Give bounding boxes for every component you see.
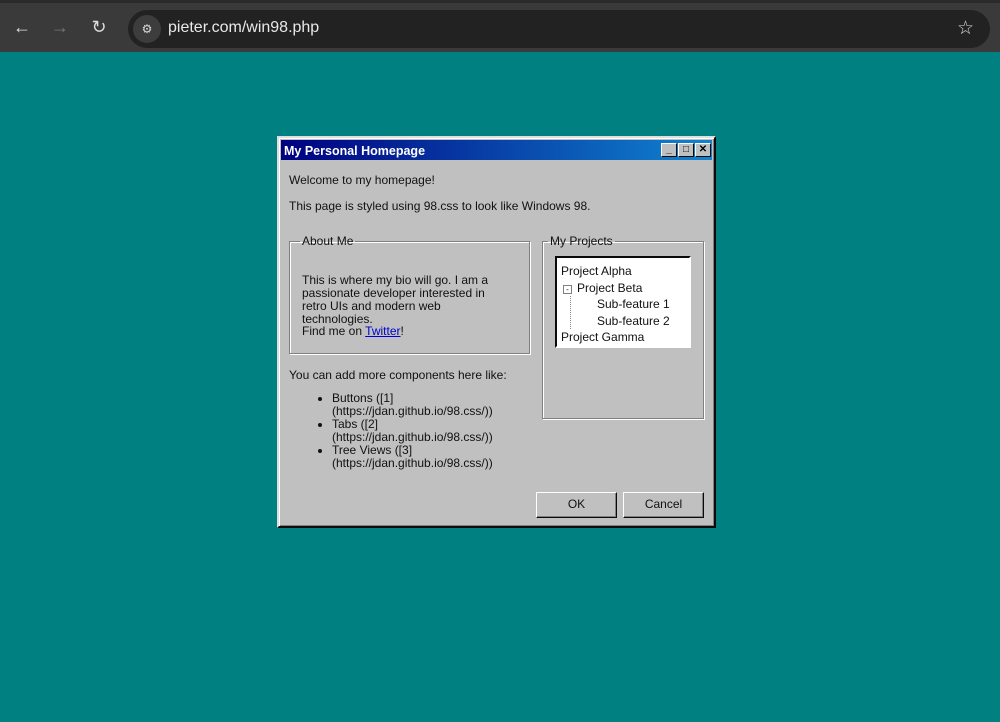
list-item: Buttons ([1](https://jdan.github.io/98.c… (332, 392, 512, 418)
list-item: Tabs ([2](https://jdan.github.io/98.css/… (332, 418, 512, 444)
my-projects-legend: My Projects (550, 234, 613, 248)
about-me-group: About Me This is where my bio will go. I… (289, 234, 530, 354)
address-bar[interactable]: ⚙ pieter.com/win98.php ☆ (128, 10, 990, 48)
list-item: Tree Views ([3](https://jdan.github.io/9… (332, 444, 512, 470)
title-bar[interactable]: My Personal Homepage _ □ ✕ (281, 140, 712, 160)
back-icon[interactable]: ← (12, 17, 32, 38)
components-list: Buttons ([1](https://jdan.github.io/98.c… (332, 392, 512, 470)
tree-item[interactable]: Project Alpha (561, 263, 685, 280)
tree-children: Sub-feature 1 Sub-feature 2 (570, 296, 680, 329)
tree-item[interactable]: Sub-feature 1 (597, 296, 680, 313)
more-text: You can add more components here like: (289, 368, 507, 382)
bookmark-star-icon[interactable]: ☆ (957, 17, 974, 40)
bio-text: This is where my bio will go. I am a pas… (302, 273, 489, 326)
tree-item[interactable]: Project Gamma (561, 329, 685, 346)
minimize-button[interactable]: _ (661, 143, 677, 157)
welcome-text: Welcome to my homepage! (289, 173, 435, 187)
tree-item[interactable]: Sub-feature 2 (597, 313, 680, 330)
maximize-button[interactable]: □ (678, 143, 694, 157)
site-settings-icon[interactable]: ⚙ (133, 15, 161, 43)
ok-button[interactable]: OK (536, 492, 617, 518)
cancel-button[interactable]: Cancel (623, 492, 704, 518)
browser-toolbar: ← → ↻ ⚙ pieter.com/win98.php ☆ (0, 0, 1000, 52)
url-text[interactable]: pieter.com/win98.php (168, 19, 319, 37)
window-title: My Personal Homepage (284, 144, 426, 158)
forward-icon[interactable]: → (50, 17, 70, 38)
dialog-window: My Personal Homepage _ □ ✕ Welcome to my… (277, 136, 716, 528)
about-me-legend: About Me (302, 234, 354, 248)
tree-item[interactable]: - Project Beta (561, 280, 685, 297)
twitter-link[interactable]: Twitter (365, 324, 400, 338)
find-me-suffix: ! (400, 324, 404, 338)
reload-icon[interactable]: ↻ (89, 17, 109, 38)
styled-text: This page is styled using 98.css to look… (289, 199, 591, 213)
collapse-icon[interactable]: - (563, 284, 572, 294)
find-me-prefix: Find me on (302, 324, 366, 338)
tree-item-label: Project Beta (577, 280, 643, 295)
find-me-text: Find me on Twitter! (302, 324, 404, 338)
close-button[interactable]: ✕ (695, 143, 711, 157)
projects-tree-view: Project Alpha - Project Beta Sub-feature … (555, 256, 691, 348)
